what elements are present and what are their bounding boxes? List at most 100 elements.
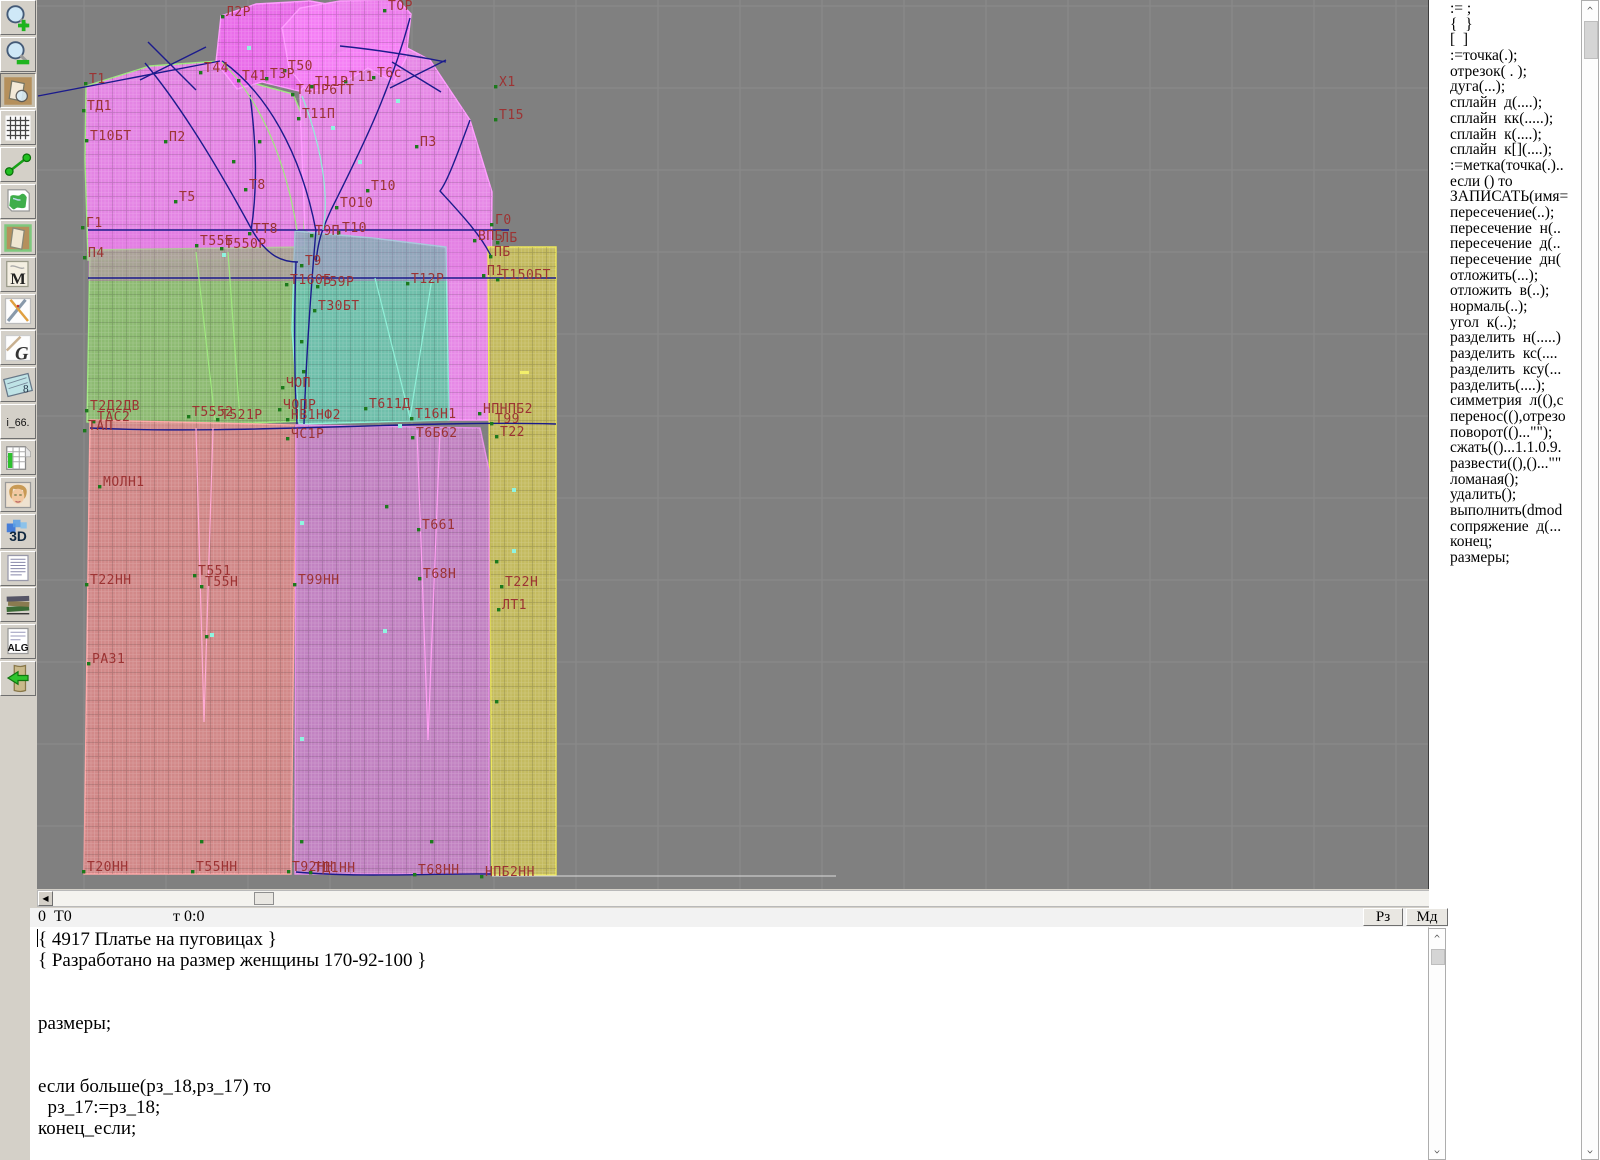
- scroll-left-icon[interactable]: ◀: [38, 891, 53, 906]
- point-marker[interactable]: [300, 264, 303, 267]
- point-marker[interactable]: [383, 9, 386, 12]
- g-drawing-button[interactable]: G: [0, 330, 36, 365]
- pattern-frame-button[interactable]: [0, 220, 36, 255]
- point-marker[interactable]: [335, 206, 338, 209]
- canvas-hscroll-thumb[interactable]: [254, 892, 274, 905]
- ruler-8-button[interactable]: 8: [0, 367, 36, 402]
- point-marker[interactable]: [300, 340, 303, 343]
- command-item[interactable]: разделить н(.....): [1450, 330, 1578, 346]
- command-item[interactable]: удалить();: [1450, 487, 1578, 503]
- point-marker[interactable]: [302, 370, 305, 373]
- point-marker[interactable]: [300, 840, 303, 843]
- point-marker[interactable]: [313, 309, 316, 312]
- point-marker[interactable]: [406, 282, 409, 285]
- point-marker[interactable]: [494, 85, 497, 88]
- command-item[interactable]: сплайн к(....);: [1450, 127, 1578, 143]
- point-marker[interactable]: [417, 528, 420, 531]
- point-marker[interactable]: [87, 662, 90, 665]
- point-marker[interactable]: [200, 840, 203, 843]
- point-marker[interactable]: [193, 574, 196, 577]
- command-item[interactable]: разделить(....);: [1450, 378, 1578, 394]
- point-marker[interactable]: [494, 118, 497, 121]
- command-panel-scrollbar[interactable]: ^ ^: [1581, 0, 1599, 1160]
- point-marker[interactable]: [98, 485, 101, 488]
- point-marker[interactable]: [418, 577, 421, 580]
- point-marker[interactable]: [85, 139, 88, 142]
- command-item[interactable]: симметрия л((),с: [1450, 393, 1578, 409]
- point-marker[interactable]: [191, 870, 194, 873]
- point-marker[interactable]: [85, 583, 88, 586]
- control-point-marker[interactable]: [210, 633, 214, 637]
- point-marker[interactable]: [310, 234, 313, 237]
- canvas-hscrollbar[interactable]: ◀ ▶: [37, 890, 1448, 907]
- zoom-out-button[interactable]: [0, 37, 36, 72]
- pattern-m-button[interactable]: M: [0, 257, 36, 292]
- point-marker[interactable]: [286, 418, 289, 421]
- control-point-marker[interactable]: [396, 99, 400, 103]
- command-item[interactable]: выполнить(dmod: [1450, 503, 1578, 519]
- drawing-area[interactable]: Л2РТОРТ1ТД1Т44Т41Т3РТ50Т11РТ11Т6сТ4ПР6ТТ…: [37, 0, 1429, 889]
- point-marker[interactable]: [495, 560, 498, 563]
- pattern-canvas[interactable]: Л2РТОРТ1ТД1Т44Т41Т3РТ50Т11РТ11Т6сТ4ПР6ТТ…: [37, 0, 1428, 889]
- spreadsheet-button[interactable]: [0, 440, 36, 475]
- point-marker[interactable]: [187, 415, 190, 418]
- command-item[interactable]: отрезок( . );: [1450, 64, 1578, 80]
- control-point-marker[interactable]: [512, 488, 516, 492]
- point-marker[interactable]: [291, 93, 294, 96]
- command-item[interactable]: пересечение дн(: [1450, 252, 1578, 268]
- editor-scrollbar[interactable]: ^ ^: [1428, 928, 1446, 1160]
- command-scroll-thumb[interactable]: [1584, 21, 1598, 59]
- point-marker[interactable]: [480, 875, 483, 878]
- point-marker[interactable]: [413, 873, 416, 876]
- control-point-marker[interactable]: [383, 629, 387, 633]
- point-marker[interactable]: [364, 407, 367, 410]
- point-marker[interactable]: [81, 226, 84, 229]
- command-item[interactable]: сплайн д(....);: [1450, 95, 1578, 111]
- point-marker[interactable]: [293, 583, 296, 586]
- point-marker[interactable]: [85, 409, 88, 412]
- control-point-marker[interactable]: [512, 549, 516, 553]
- measure-button[interactable]: [0, 147, 36, 182]
- point-marker[interactable]: [411, 436, 414, 439]
- point-marker[interactable]: [490, 223, 493, 226]
- control-point-marker[interactable]: [300, 737, 304, 741]
- control-point-marker[interactable]: [358, 160, 362, 164]
- chevron-down-icon[interactable]: ^: [1429, 1141, 1445, 1157]
- point-marker[interactable]: [500, 585, 503, 588]
- book-arrow-button[interactable]: [0, 661, 36, 696]
- point-marker[interactable]: [200, 585, 203, 588]
- point-marker[interactable]: [258, 140, 261, 143]
- command-item[interactable]: дуга(...);: [1450, 79, 1578, 95]
- command-item[interactable]: перенос((),отрезо: [1450, 409, 1578, 425]
- point-marker[interactable]: [205, 635, 208, 638]
- point-marker[interactable]: [82, 870, 85, 873]
- control-point-marker[interactable]: [331, 126, 335, 130]
- editor-scroll-thumb[interactable]: [1431, 949, 1445, 965]
- control-point-marker[interactable]: [398, 424, 402, 428]
- point-marker[interactable]: [195, 244, 198, 247]
- chevron-up-icon[interactable]: ^: [1582, 3, 1598, 19]
- point-marker[interactable]: [415, 145, 418, 148]
- point-marker[interactable]: [497, 608, 500, 611]
- command-item[interactable]: сжать(()...1.1.0.9.: [1450, 440, 1578, 456]
- command-item[interactable]: ЗАПИСАТЬ(имя=: [1450, 189, 1578, 205]
- books-button[interactable]: [0, 587, 36, 622]
- map-sheet-button[interactable]: [0, 184, 36, 219]
- command-item[interactable]: :=точка(.);: [1450, 48, 1578, 64]
- command-item[interactable]: если () то: [1450, 174, 1578, 190]
- chevron-up-icon[interactable]: ^: [1429, 931, 1445, 947]
- command-item[interactable]: размеры;: [1450, 550, 1578, 566]
- point-marker[interactable]: [248, 232, 251, 235]
- command-item[interactable]: отложить в(..);: [1450, 283, 1578, 299]
- point-marker[interactable]: [84, 82, 87, 85]
- rz-button[interactable]: Рз: [1363, 908, 1403, 926]
- command-item[interactable]: сопряжение д(...: [1450, 519, 1578, 535]
- point-marker[interactable]: [285, 283, 288, 286]
- point-marker[interactable]: [287, 870, 290, 873]
- control-point-marker[interactable]: [222, 253, 226, 257]
- command-item[interactable]: [ ]: [1450, 32, 1578, 48]
- control-point-marker[interactable]: [300, 521, 304, 525]
- pattern-preview-button[interactable]: [0, 73, 36, 108]
- command-item[interactable]: :=метка(точка(.)..: [1450, 158, 1578, 174]
- alg-document-button[interactable]: ALG: [0, 624, 36, 659]
